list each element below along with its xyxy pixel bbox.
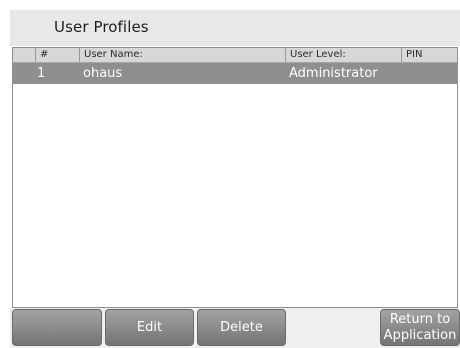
user-profiles-screen: User Profiles # User Name: User Level: P… — [10, 10, 460, 348]
new-button[interactable]: New — [12, 309, 102, 346]
row-number: 1 — [37, 66, 46, 81]
title-bar: User Profiles — [10, 10, 460, 46]
edit-button[interactable]: Edit — [105, 309, 194, 346]
page-title: User Profiles — [54, 18, 149, 36]
column-header-user-level[interactable]: User Level: — [285, 48, 401, 62]
column-header-pin[interactable]: PIN — [401, 48, 457, 62]
column-header-user-name[interactable]: User Name: — [79, 48, 285, 62]
return-button-line-1: Return to — [389, 312, 451, 327]
return-to-application-button[interactable]: Return to Application — [380, 309, 460, 346]
delete-button[interactable]: Delete — [197, 309, 286, 346]
row-user-name: ohaus — [83, 66, 123, 81]
bottom-toolbar: New Edit Delete Return to Application — [10, 308, 460, 348]
column-header-number[interactable]: # — [35, 48, 79, 62]
table-row[interactable]: 1 ohaus Administrator — [13, 63, 457, 84]
row-user-level: Administrator — [289, 66, 378, 81]
table-header: # User Name: User Level: PIN — [13, 48, 457, 63]
user-table: # User Name: User Level: PIN 1 ohaus Adm… — [12, 47, 458, 308]
return-button-line-2: Application — [383, 328, 457, 343]
